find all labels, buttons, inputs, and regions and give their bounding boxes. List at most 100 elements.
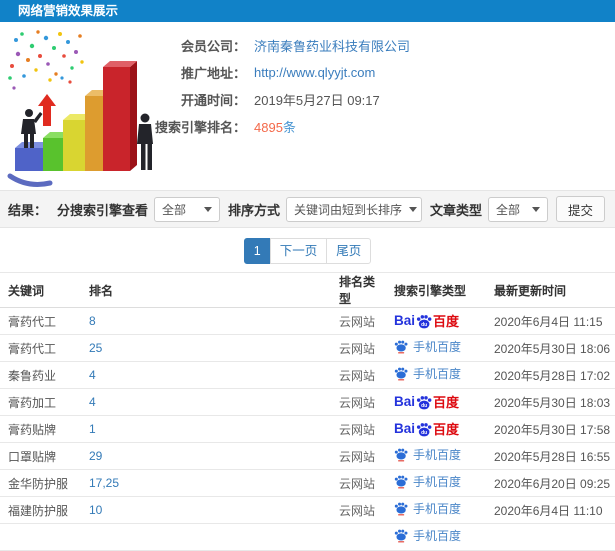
keyword-cell: 膏药贴牌: [0, 415, 85, 443]
engine-cell: Bai du 百度: [390, 334, 490, 362]
rank-link[interactable]: 1: [89, 422, 96, 436]
sort-label: 排序方式: [227, 202, 280, 218]
engine-view-label: 分搜索引擎查看: [56, 202, 148, 218]
rank-link[interactable]: 4: [89, 368, 96, 382]
rank-link[interactable]: 10: [89, 503, 102, 517]
baidu-logo: Bai du 百度: [394, 421, 459, 437]
mobile-baidu-label: 手机百度: [413, 474, 462, 489]
baidu-logo: Bai du 百度: [394, 314, 459, 329]
updated-cell: [490, 523, 615, 551]
article-type-select[interactable]: 全部: [487, 196, 548, 222]
next-page-button[interactable]: 下一页: [269, 238, 328, 264]
mobile-baidu-logo: 手机百度: [394, 502, 461, 516]
baidu-logo-latin: Bai: [394, 421, 416, 437]
engine-cell: Bai du 百度: [390, 442, 490, 470]
mobile-baidu-paw-icon: [394, 529, 408, 542]
sort-selected: 关键词由短到长排序: [293, 202, 402, 217]
col-header-engine-type: 搜索引擎类型: [390, 272, 490, 308]
mobile-baidu-logo: 手机百度: [394, 475, 461, 489]
col-header-rank-type: 排名类型: [335, 272, 390, 308]
col-header-updated: 最新更新时间: [490, 272, 615, 308]
mobile-baidu-label: 手机百度: [413, 501, 462, 516]
updated-cell: 2020年6月20日 09:25: [490, 469, 615, 497]
page-button-current[interactable]: 1: [243, 238, 271, 264]
keyword-cell: 膏药加工: [0, 388, 85, 416]
results-table-body: 膏药代工 8 云网站 Bai du 百度 2020年6月4日 11:15 膏药代…: [0, 307, 615, 551]
col-header-keyword: 关键词: [0, 272, 85, 308]
engine-cell: Bai du 百度: [390, 415, 490, 443]
keyword-cell: 膏药代工: [0, 307, 85, 335]
col-header-rank: 排名: [85, 272, 335, 308]
baidu-paw-du-text: du: [421, 322, 427, 328]
rank-type-cell: 云网站: [335, 496, 390, 524]
url-label: 推广地址：: [180, 66, 246, 81]
rank-type-cell: 云网站: [335, 388, 390, 416]
keyword-cell: 福建防护服: [0, 496, 85, 524]
chevron-down-icon: [408, 206, 417, 212]
keyword-cell: 口罩贴牌: [0, 442, 85, 470]
mobile-baidu-label: 手机百度: [413, 339, 462, 354]
chevron-down-icon: [203, 206, 212, 212]
rank-count-label: 搜索引擎排名：: [154, 120, 246, 135]
sort-select[interactable]: 关键词由短到长排序: [285, 196, 422, 222]
baidu-paw-icon: du: [416, 422, 432, 437]
baidu-paw-icon: du: [416, 395, 432, 410]
mobile-baidu-logo: 手机百度: [394, 529, 461, 543]
mobile-baidu-label: 手机百度: [413, 528, 462, 543]
rank-link[interactable]: 4: [89, 395, 96, 409]
engine-cell: Bai du 百度: [390, 469, 490, 497]
rank-type-cell: 云网站: [335, 307, 390, 335]
updated-cell: 2020年5月30日 18:03: [490, 388, 615, 416]
table-row: 膏药代工 8 云网站 Bai du 百度 2020年6月4日 11:15: [0, 307, 615, 335]
rank-count-unit: 条: [282, 120, 296, 135]
mobile-baidu-paw-icon: [394, 340, 408, 353]
member-info-list: 会员公司： 济南秦鲁药业科技有限公司 推广地址： http://www.qlyy…: [0, 32, 615, 140]
mobile-baidu-logo: 手机百度: [394, 448, 461, 462]
keyword-cell: 膏药代工: [0, 334, 85, 362]
pagination: 1 下一页 尾页: [243, 238, 372, 264]
article-type-label: 文章类型: [429, 202, 482, 218]
table-row: 膏药加工 4 云网站 Bai du 百度 2020年5月30日 18:03: [0, 388, 615, 416]
rank-count-value: 4895条: [254, 117, 296, 136]
mobile-baidu-label: 手机百度: [413, 366, 462, 381]
baidu-paw-icon: du: [416, 314, 432, 329]
chevron-down-icon: [531, 206, 540, 212]
baidu-paw-du-text: du: [421, 430, 427, 436]
engine-cell: Bai du 百度: [390, 307, 490, 335]
table-row: 膏药代工 25 云网站 Bai du 百度: [0, 334, 615, 362]
table-row: 金华防护服 17,25 云网站 Bai du 百度: [0, 469, 615, 497]
rank-type-cell: 云网站: [335, 334, 390, 362]
rank-type-cell: 云网站: [335, 415, 390, 443]
submit-button[interactable]: 提交: [555, 196, 605, 222]
company-link[interactable]: 济南秦鲁药业科技有限公司: [254, 36, 410, 55]
rank-link[interactable]: 25: [89, 341, 102, 355]
info-row-open-time: 开通时间： 2019年5月27日 09:17: [0, 86, 615, 113]
info-row-url: 推广地址： http://www.qlyyjt.com: [0, 59, 615, 86]
baidu-logo-latin: Bai: [394, 394, 416, 410]
open-time-label: 开通时间：: [180, 93, 246, 108]
last-page-button[interactable]: 尾页: [326, 238, 372, 264]
mobile-baidu-paw-icon: [394, 448, 408, 461]
mobile-baidu-logo: 手机百度: [394, 340, 461, 354]
table-row: Bai du 百度: [0, 523, 615, 551]
rank-type-cell: 云网站: [335, 469, 390, 497]
engine-view-select[interactable]: 全部: [153, 196, 220, 222]
table-row: 膏药贴牌 1 云网站 Bai du 百度 2020年5月30日 17:58: [0, 415, 615, 443]
engine-cell: Bai du 百度: [390, 496, 490, 524]
member-info-section: 会员公司： 济南秦鲁药业科技有限公司 推广地址： http://www.qlyy…: [0, 22, 615, 190]
rank-link[interactable]: 29: [89, 449, 102, 463]
rank-link[interactable]: 8: [89, 314, 96, 328]
result-label: 结果：: [8, 202, 48, 218]
baidu-logo-chinese: 百度: [433, 394, 460, 410]
updated-cell: 2020年5月28日 16:55: [490, 442, 615, 470]
engine-view-selected: 全部: [161, 202, 186, 217]
rank-link[interactable]: 17,25: [89, 476, 119, 490]
promotion-url-link[interactable]: http://www.qlyyjt.com: [254, 65, 375, 80]
rank-type-cell: [335, 523, 390, 551]
engine-cell: Bai du 百度: [390, 361, 490, 389]
table-header-row: 关键词 排名 排名类型 搜索引擎类型 最新更新时间: [0, 272, 615, 308]
keyword-cell: 秦鲁药业: [0, 361, 85, 389]
updated-cell: 2020年6月4日 11:15: [490, 307, 615, 335]
updated-cell: 2020年5月30日 18:06: [490, 334, 615, 362]
mobile-baidu-label: 手机百度: [413, 447, 462, 462]
